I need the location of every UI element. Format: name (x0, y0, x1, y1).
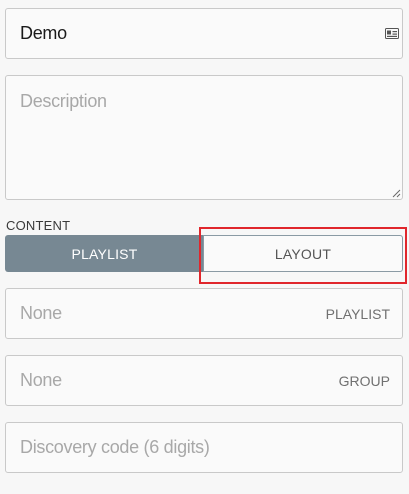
playlist-segment-button[interactable]: PLAYLIST (5, 235, 204, 272)
playlist-select[interactable]: None PLAYLIST (5, 288, 403, 339)
discovery-code-placeholder: Discovery code (6 digits) (20, 437, 210, 457)
content-section-label: CONTENT (6, 218, 71, 233)
discovery-code-input[interactable]: Discovery code (6 digits) (5, 422, 403, 473)
description-textarea[interactable]: Description (5, 75, 403, 200)
playlist-select-value: None (20, 303, 62, 323)
name-field-value: Demo (20, 23, 67, 43)
playlist-select-label: PLAYLIST (325, 306, 390, 322)
name-field[interactable]: Demo (5, 8, 403, 59)
group-select-label: GROUP (338, 373, 390, 389)
description-placeholder: Description (20, 91, 107, 111)
group-select[interactable]: None GROUP (5, 355, 403, 406)
layout-segment-button[interactable]: LAYOUT (203, 235, 403, 272)
group-select-value: None (20, 370, 62, 390)
resize-grip-icon[interactable] (391, 188, 401, 198)
id-card-icon (385, 28, 399, 39)
